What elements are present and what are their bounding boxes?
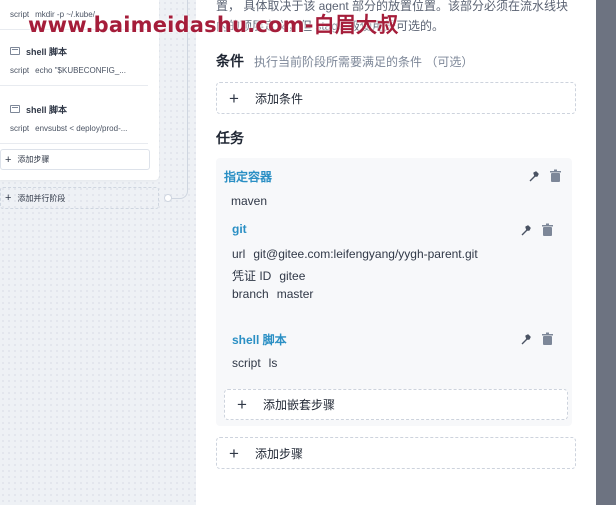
plus-icon: + xyxy=(229,88,239,108)
wrench-icon[interactable] xyxy=(519,224,533,238)
container-title: 指定容器 xyxy=(224,170,273,184)
watermark: www.baimeidashu.com-白眉大叔 xyxy=(28,13,399,37)
terminal-icon xyxy=(10,105,20,113)
conditions-title: 条件 xyxy=(216,53,244,69)
wrench-icon[interactable] xyxy=(527,170,541,184)
git-title: git xyxy=(232,222,247,236)
container-task-block: 指定容器 maven git url git@gitee.com:leifengy… xyxy=(216,158,572,426)
plus-icon: + xyxy=(5,153,12,166)
conditions-description: 执行当前阶段所需要满足的条件 （可选） xyxy=(254,55,474,69)
tasks-title: 任务 xyxy=(216,130,244,146)
conditions-header: 条件 执行当前阶段所需要满足的条件 （可选） xyxy=(216,51,473,71)
pipeline-canvas: script mkdir -p ~/.kube/ shell 脚本 script e… xyxy=(0,0,196,505)
plus-icon: + xyxy=(5,192,12,204)
stage-settings-panel: 置， 具体取决于该 agent 部分的放置位置。该部分必须在流水线块 内的顶层定… xyxy=(196,0,596,505)
git-branch: branch master xyxy=(232,287,314,301)
plus-icon: + xyxy=(237,395,247,414)
trash-icon[interactable] xyxy=(541,332,555,346)
trash-icon[interactable] xyxy=(549,169,563,183)
plus-icon: + xyxy=(229,443,239,463)
container-value: maven xyxy=(231,194,268,208)
shell-script: script ls xyxy=(232,356,278,370)
trash-icon[interactable] xyxy=(541,223,555,237)
add-step-button[interactable]: + 添加步骤 xyxy=(216,437,576,469)
scrollbar[interactable] xyxy=(596,0,616,505)
step-title: shell 脚本 xyxy=(10,44,148,58)
connector-dot xyxy=(164,194,172,202)
git-credential: 凭证 ID gitee xyxy=(232,269,306,283)
step-item[interactable]: shell 脚本 script envsubst < deploy/prod-..… xyxy=(0,102,148,144)
step-item[interactable]: shell 脚本 script echo "$KUBECONFIG_... xyxy=(0,44,148,86)
wrench-icon[interactable] xyxy=(519,333,533,347)
tasks-header: 任务 xyxy=(216,128,244,148)
add-parallel-stage-button[interactable]: + 添加并行阶段 xyxy=(0,187,159,209)
add-nested-step-button[interactable]: + 添加嵌套步骤 xyxy=(224,389,568,420)
step-detail: script envsubst < deploy/prod-... xyxy=(10,124,128,133)
git-url: url git@gitee.com:leifengyang/yygh-parent… xyxy=(232,247,478,261)
terminal-icon xyxy=(10,47,20,55)
step-detail: script echo "$KUBECONFIG_... xyxy=(10,66,126,75)
add-condition-button[interactable]: + 添加条件 xyxy=(216,82,576,114)
shell-title: shell 脚本 xyxy=(232,333,287,347)
add-step-button[interactable]: + 添加步骤 xyxy=(0,149,150,170)
step-title: shell 脚本 xyxy=(10,102,148,116)
